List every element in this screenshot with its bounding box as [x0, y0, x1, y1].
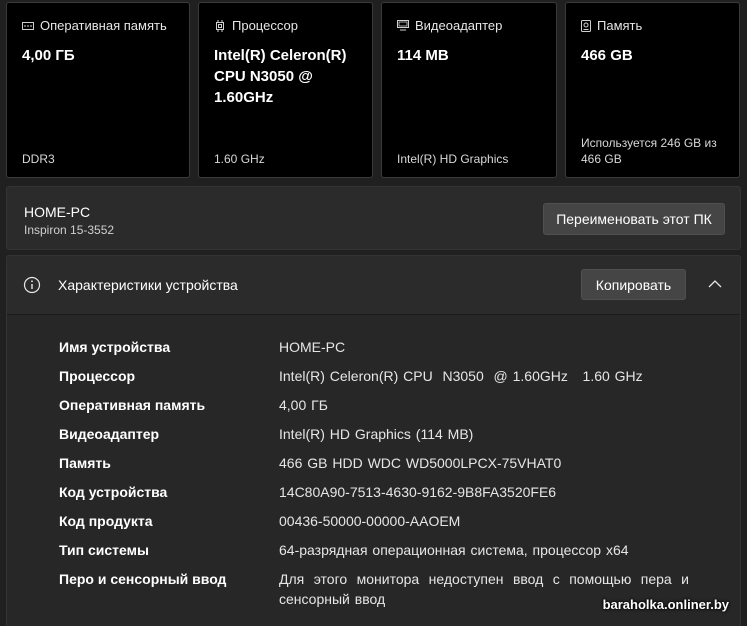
spec-value: 4,00 ГБ [279, 397, 328, 413]
card-value: 114 MB [397, 47, 449, 64]
monitor-icon [397, 20, 409, 31]
spec-label: Видеоадаптер [59, 426, 160, 442]
card-title: Память [597, 18, 643, 33]
rename-pc-button[interactable]: Переименовать этот ПК [543, 203, 725, 235]
device-specs-panel: Характеристики устройства Копировать Имя… [6, 255, 741, 626]
spec-label: Перо и сенсорный ввод [59, 571, 227, 587]
copy-button[interactable]: Копировать [581, 269, 686, 300]
spec-label: Процессор [59, 368, 136, 384]
card-cpu: Процессор Intel(R) Celeron(R) CPU N3050 … [198, 2, 373, 178]
system-about-page: Оперативная память 4,00 ГБ DDR3 Процессо… [0, 0, 747, 626]
pc-name-bar: HOME-PC Inspiron 15-3552 Переименовать э… [6, 186, 741, 250]
spec-value: 64-разрядная операционная система, проце… [279, 542, 629, 558]
spec-label: Тип системы [59, 542, 149, 558]
pc-name: HOME-PC [24, 204, 91, 220]
card-title: Процессор [232, 18, 298, 33]
pc-model: Inspiron 15-3552 [24, 223, 115, 237]
spec-value: Intel(R) HD Graphics (114 MB) [279, 426, 474, 442]
card-value: 4,00 ГБ [22, 47, 75, 64]
spec-value: HOME-PC [279, 339, 346, 355]
storage-icon [581, 19, 591, 32]
card-ram: Оперативная память 4,00 ГБ DDR3 [6, 2, 190, 178]
summary-cards: Оперативная память 4,00 ГБ DDR3 Процессо… [6, 2, 742, 178]
card-subtext: DDR3 [22, 152, 55, 166]
spec-label: Имя устройства [59, 339, 171, 355]
card-value: 466 GB [581, 47, 633, 64]
device-specs-list: Имя устройства HOME-PC Процессор Intel(R… [7, 315, 740, 626]
spec-value: 466 GB HDD WDC WD5000LPCX-75VHAT0 [279, 455, 562, 471]
card-subtext: 1.60 GHz [214, 152, 265, 166]
card-subtext: Intel(R) HD Graphics [397, 152, 509, 166]
card-storage: Память 466 GB Используется 246 GB из 466… [565, 2, 740, 178]
watermark: baraholka.onliner.by [602, 597, 729, 612]
card-title: Видеоадаптер [415, 18, 503, 33]
card-title: Оперативная память [40, 18, 167, 33]
spec-label: Оперативная память [59, 397, 206, 413]
card-subtext: Используется 246 GB из 466 GB [581, 136, 717, 166]
device-specs-title: Характеристики устройства [58, 277, 238, 293]
spec-label: Память [59, 455, 111, 471]
cpu-icon [214, 19, 226, 32]
info-icon [23, 276, 41, 299]
spec-value: Intel(R) Celeron(R) CPU N3050 @ 1.60GHz … [279, 368, 643, 384]
spec-value: 00436-50000-00000-AAOEM [279, 513, 461, 529]
spec-label: Код устройства [59, 484, 168, 500]
memory-icon [22, 21, 34, 31]
spec-value: 14C80A90-7513-4630-9162-9B8FA3520FE6 [279, 484, 557, 500]
spec-label: Код продукта [59, 513, 153, 529]
card-gpu: Видеоадаптер 114 MB Intel(R) HD Graphics [381, 2, 557, 178]
card-value: Intel(R) Celeron(R) CPU N3050 @ 1.60GHz [214, 47, 347, 106]
device-specs-header[interactable]: Характеристики устройства Копировать [7, 256, 740, 315]
chevron-up-icon[interactable] [708, 276, 722, 294]
